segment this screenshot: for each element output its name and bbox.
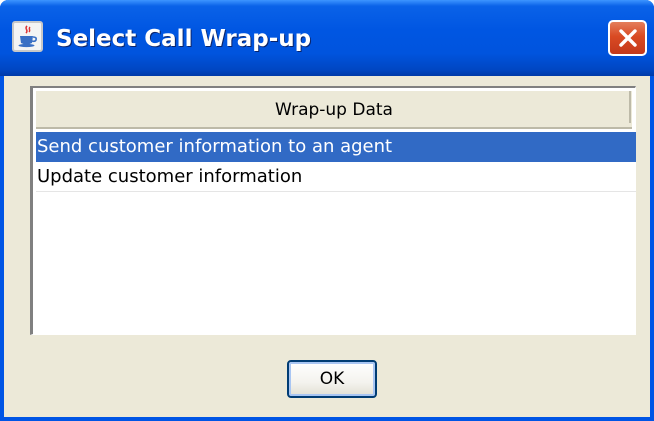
- dialog-window: Select Call Wrap-up Wrap-up Data Send cu…: [0, 0, 654, 421]
- row-label: Update customer information: [37, 166, 303, 187]
- close-icon: [619, 29, 637, 47]
- table-header[interactable]: Wrap-up Data: [36, 91, 632, 129]
- java-cup-icon: [12, 21, 43, 52]
- wrap-up-table[interactable]: Wrap-up Data Send customer information t…: [30, 86, 636, 335]
- ok-button[interactable]: OK: [287, 360, 377, 398]
- table-rows: Send customer information to an agent Up…: [36, 132, 636, 192]
- window-title: Select Call Wrap-up: [56, 26, 312, 52]
- table-row[interactable]: Update customer information: [36, 162, 636, 192]
- column-header-wrap-up-data[interactable]: Wrap-up Data: [36, 91, 632, 129]
- row-label: Send customer information to an agent: [37, 136, 393, 157]
- title-bar[interactable]: Select Call Wrap-up: [0, 0, 654, 76]
- close-button[interactable]: [608, 20, 647, 56]
- table-row[interactable]: Send customer information to an agent: [36, 132, 636, 162]
- column-divider[interactable]: [629, 91, 631, 123]
